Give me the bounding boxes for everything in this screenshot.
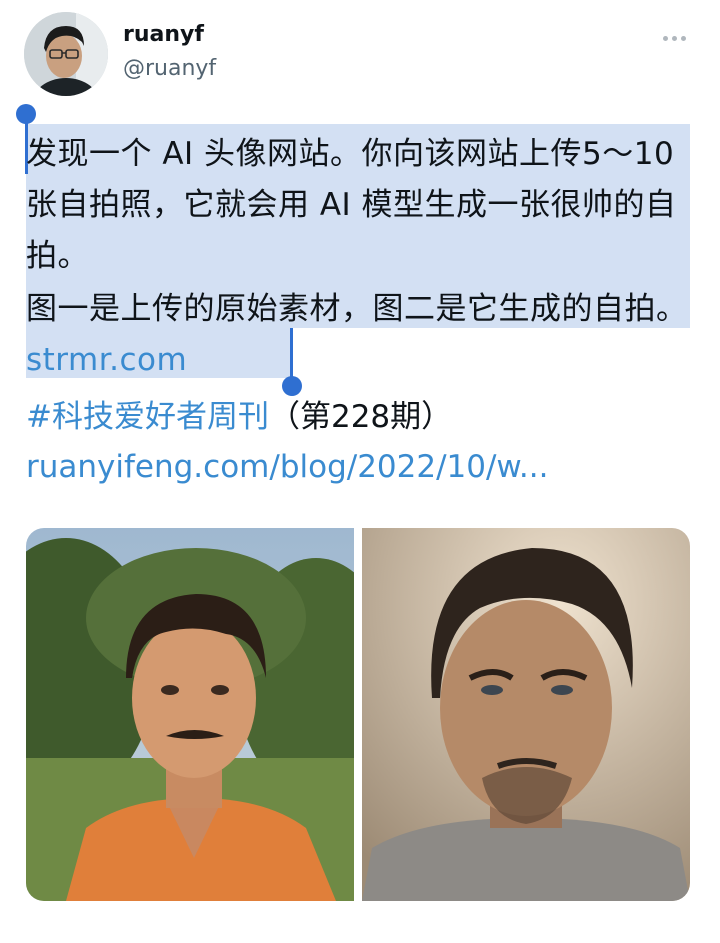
- blog-url-link[interactable]: ruanyifeng.com/blog/2022/10/w...: [26, 442, 549, 493]
- author-name[interactable]: ruanyf: [123, 22, 204, 47]
- avatar[interactable]: [24, 12, 108, 96]
- hashtag-line: #科技爱好者周刊（第228期）: [26, 392, 452, 443]
- ai-generated-selfie-photo[interactable]: [362, 528, 690, 901]
- hashtag-link[interactable]: #科技爱好者周刊: [26, 399, 269, 435]
- paragraph-2-text: 图一是上传的原始素材，图二是它生成的自拍。: [26, 291, 688, 327]
- tweet-text-paragraph-1: 发现一个 AI 头像网站。你向该网站上传5～10张自拍照，它就会用 AI 模型生…: [26, 136, 677, 274]
- selection-start-handle[interactable]: [16, 104, 36, 124]
- original-selfie-photo[interactable]: [26, 528, 354, 901]
- tweet-text-paragraph-2: 图一是上传的原始素材，图二是它生成的自拍。 strmr.com: [26, 284, 696, 386]
- issue-text: （第228期）: [268, 399, 453, 435]
- more-dots-icon[interactable]: [656, 26, 692, 50]
- author-handle[interactable]: @ruanyf: [123, 56, 216, 81]
- strmr-link[interactable]: strmr.com: [26, 342, 187, 378]
